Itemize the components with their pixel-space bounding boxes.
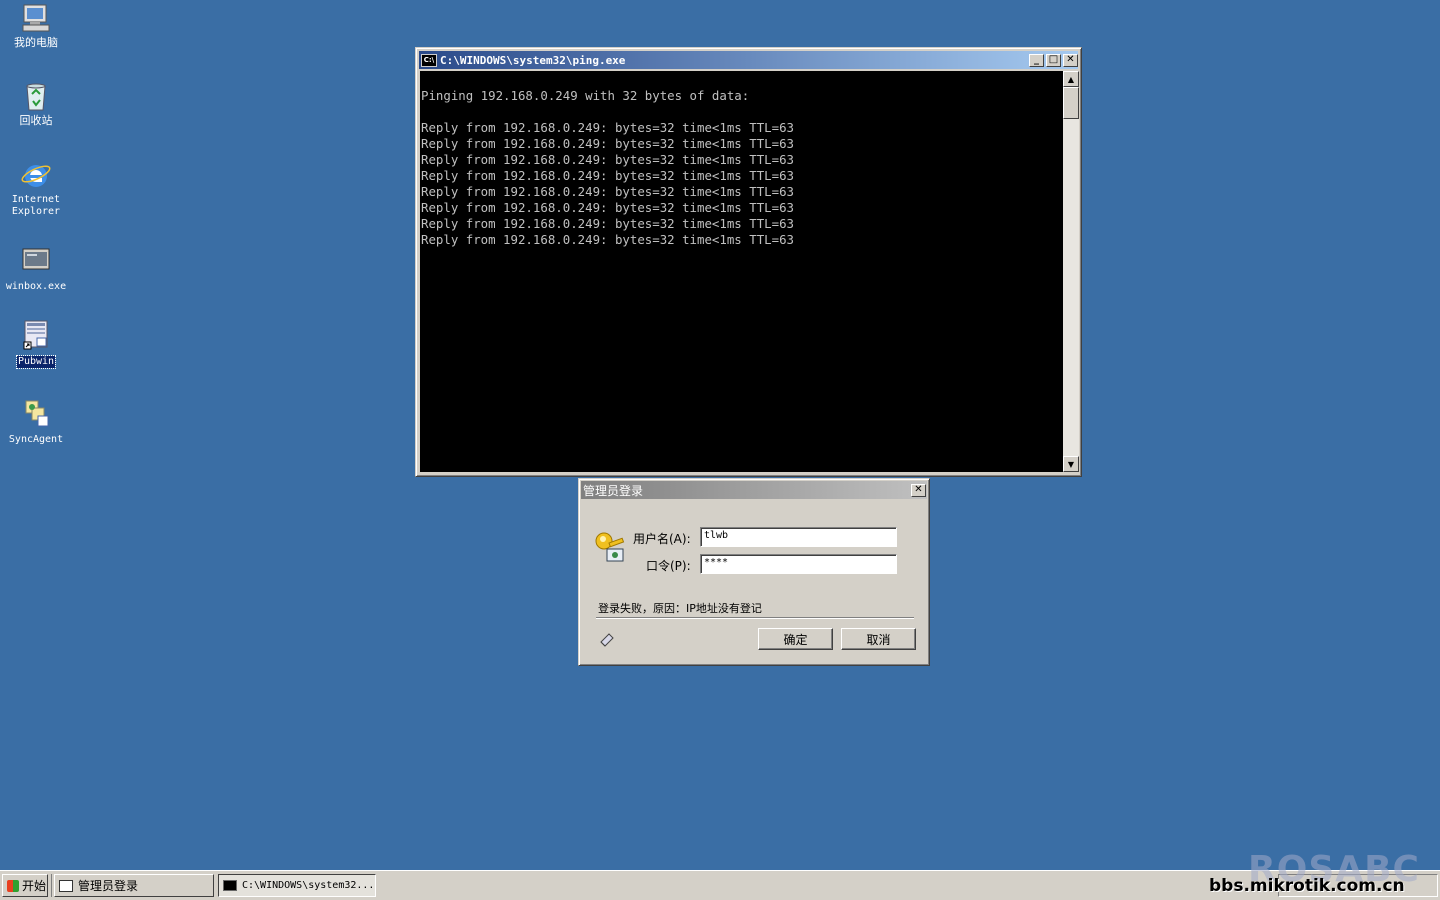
- password-input[interactable]: ****: [700, 554, 897, 574]
- divider: [596, 617, 914, 619]
- console-line: Reply from 192.168.0.249: bytes=32 time<…: [421, 232, 794, 247]
- console-line: Reply from 192.168.0.249: bytes=32 time<…: [421, 216, 794, 231]
- console-window-title: C:\WINDOWS\system32\ping.exe: [440, 53, 626, 67]
- internet-explorer-icon: [20, 159, 52, 191]
- console-window-titlebar[interactable]: C:\ C:\WINDOWS\system32\ping.exe _ □ ✕: [419, 51, 1078, 69]
- desktop-icon-winbox[interactable]: winbox.exe: [0, 245, 72, 293]
- desktop-icon-my-computer[interactable]: 我的电脑: [0, 2, 72, 49]
- eraser-icon[interactable]: [599, 631, 615, 647]
- console-line: Pinging 192.168.0.249 with 32 bytes of d…: [421, 88, 750, 103]
- start-label: 开始: [22, 879, 47, 893]
- app-window-icon: [59, 879, 73, 892]
- recycle-bin-icon: [20, 80, 52, 112]
- watermark-text: bbs.mikrotik.com.cn: [1209, 876, 1405, 896]
- desktop-icon-internet-explorer[interactable]: Internet Explorer: [0, 159, 72, 218]
- computer-icon: [20, 2, 52, 34]
- desktop-icon-label: SyncAgent: [8, 434, 64, 445]
- desktop-icon-recycle-bin[interactable]: 回收站: [0, 80, 72, 127]
- cancel-button[interactable]: 取消: [841, 628, 916, 650]
- console-scrollbar[interactable]: ▲ ▼: [1063, 71, 1079, 472]
- scroll-down-icon[interactable]: ▼: [1063, 456, 1079, 472]
- console-icon: [223, 880, 237, 891]
- taskbar-item-label: C:\WINDOWS\system32...: [242, 880, 375, 891]
- console-icon: C:\: [421, 53, 437, 67]
- minimize-button[interactable]: _: [1029, 53, 1044, 67]
- console-window[interactable]: C:\ C:\WINDOWS\system32\ping.exe _ □ ✕ P…: [415, 47, 1082, 477]
- console-line: Reply from 192.168.0.249: bytes=32 time<…: [421, 168, 794, 183]
- login-dialog-title: 管理员登录: [583, 483, 644, 498]
- desktop-icon-label: Pubwin: [15, 355, 57, 369]
- desktop-icon-pubwin[interactable]: Pubwin: [0, 320, 72, 369]
- desktop-icon-label: Internet Explorer: [11, 194, 61, 217]
- console-line: Reply from 192.168.0.249: bytes=32 time<…: [421, 152, 794, 167]
- start-button[interactable]: 开始: [2, 874, 48, 897]
- desktop-icon-syncagent[interactable]: SyncAgent: [0, 398, 72, 446]
- username-label: 用户名(A):: [633, 532, 691, 546]
- windows-logo-icon: [7, 879, 19, 892]
- login-dialog-titlebar[interactable]: 管理员登录 ✕: [581, 481, 927, 499]
- login-dialog[interactable]: 管理员登录 ✕ 用户名(A): tlwb 口令(P): **** 登录失败，原因…: [578, 478, 930, 666]
- scroll-thumb[interactable]: [1063, 87, 1079, 119]
- key-icon: [593, 529, 627, 563]
- taskbar-item-login[interactable]: 管理员登录: [54, 874, 214, 897]
- console-line: Reply from 192.168.0.249: bytes=32 time<…: [421, 120, 794, 135]
- syncagent-icon: [20, 398, 52, 430]
- login-status-message: 登录失败，原因：IP地址没有登记: [598, 602, 762, 615]
- close-button[interactable]: ✕: [1063, 53, 1078, 67]
- taskbar-item-label: 管理员登录: [78, 879, 139, 893]
- taskbar-item-console[interactable]: C:\WINDOWS\system32...: [218, 874, 376, 897]
- console-output[interactable]: Pinging 192.168.0.249 with 32 bytes of d…: [420, 71, 1063, 472]
- desktop-icon-label: winbox.exe: [5, 281, 67, 292]
- pubwin-icon: [20, 320, 52, 352]
- password-label: 口令(P):: [646, 559, 691, 573]
- console-line: Reply from 192.168.0.249: bytes=32 time<…: [421, 184, 794, 199]
- scroll-up-icon[interactable]: ▲: [1063, 71, 1079, 87]
- desktop-icon-label: 回收站: [19, 114, 53, 127]
- maximize-button[interactable]: □: [1046, 53, 1061, 67]
- desktop-icon-label: 我的电脑: [14, 36, 58, 49]
- console-line: Reply from 192.168.0.249: bytes=32 time<…: [421, 200, 794, 215]
- console-line: Reply from 192.168.0.249: bytes=32 time<…: [421, 136, 794, 151]
- ok-button[interactable]: 确定: [758, 628, 833, 650]
- close-button[interactable]: ✕: [911, 483, 926, 497]
- winbox-icon: [20, 245, 52, 277]
- username-input[interactable]: tlwb: [700, 527, 897, 547]
